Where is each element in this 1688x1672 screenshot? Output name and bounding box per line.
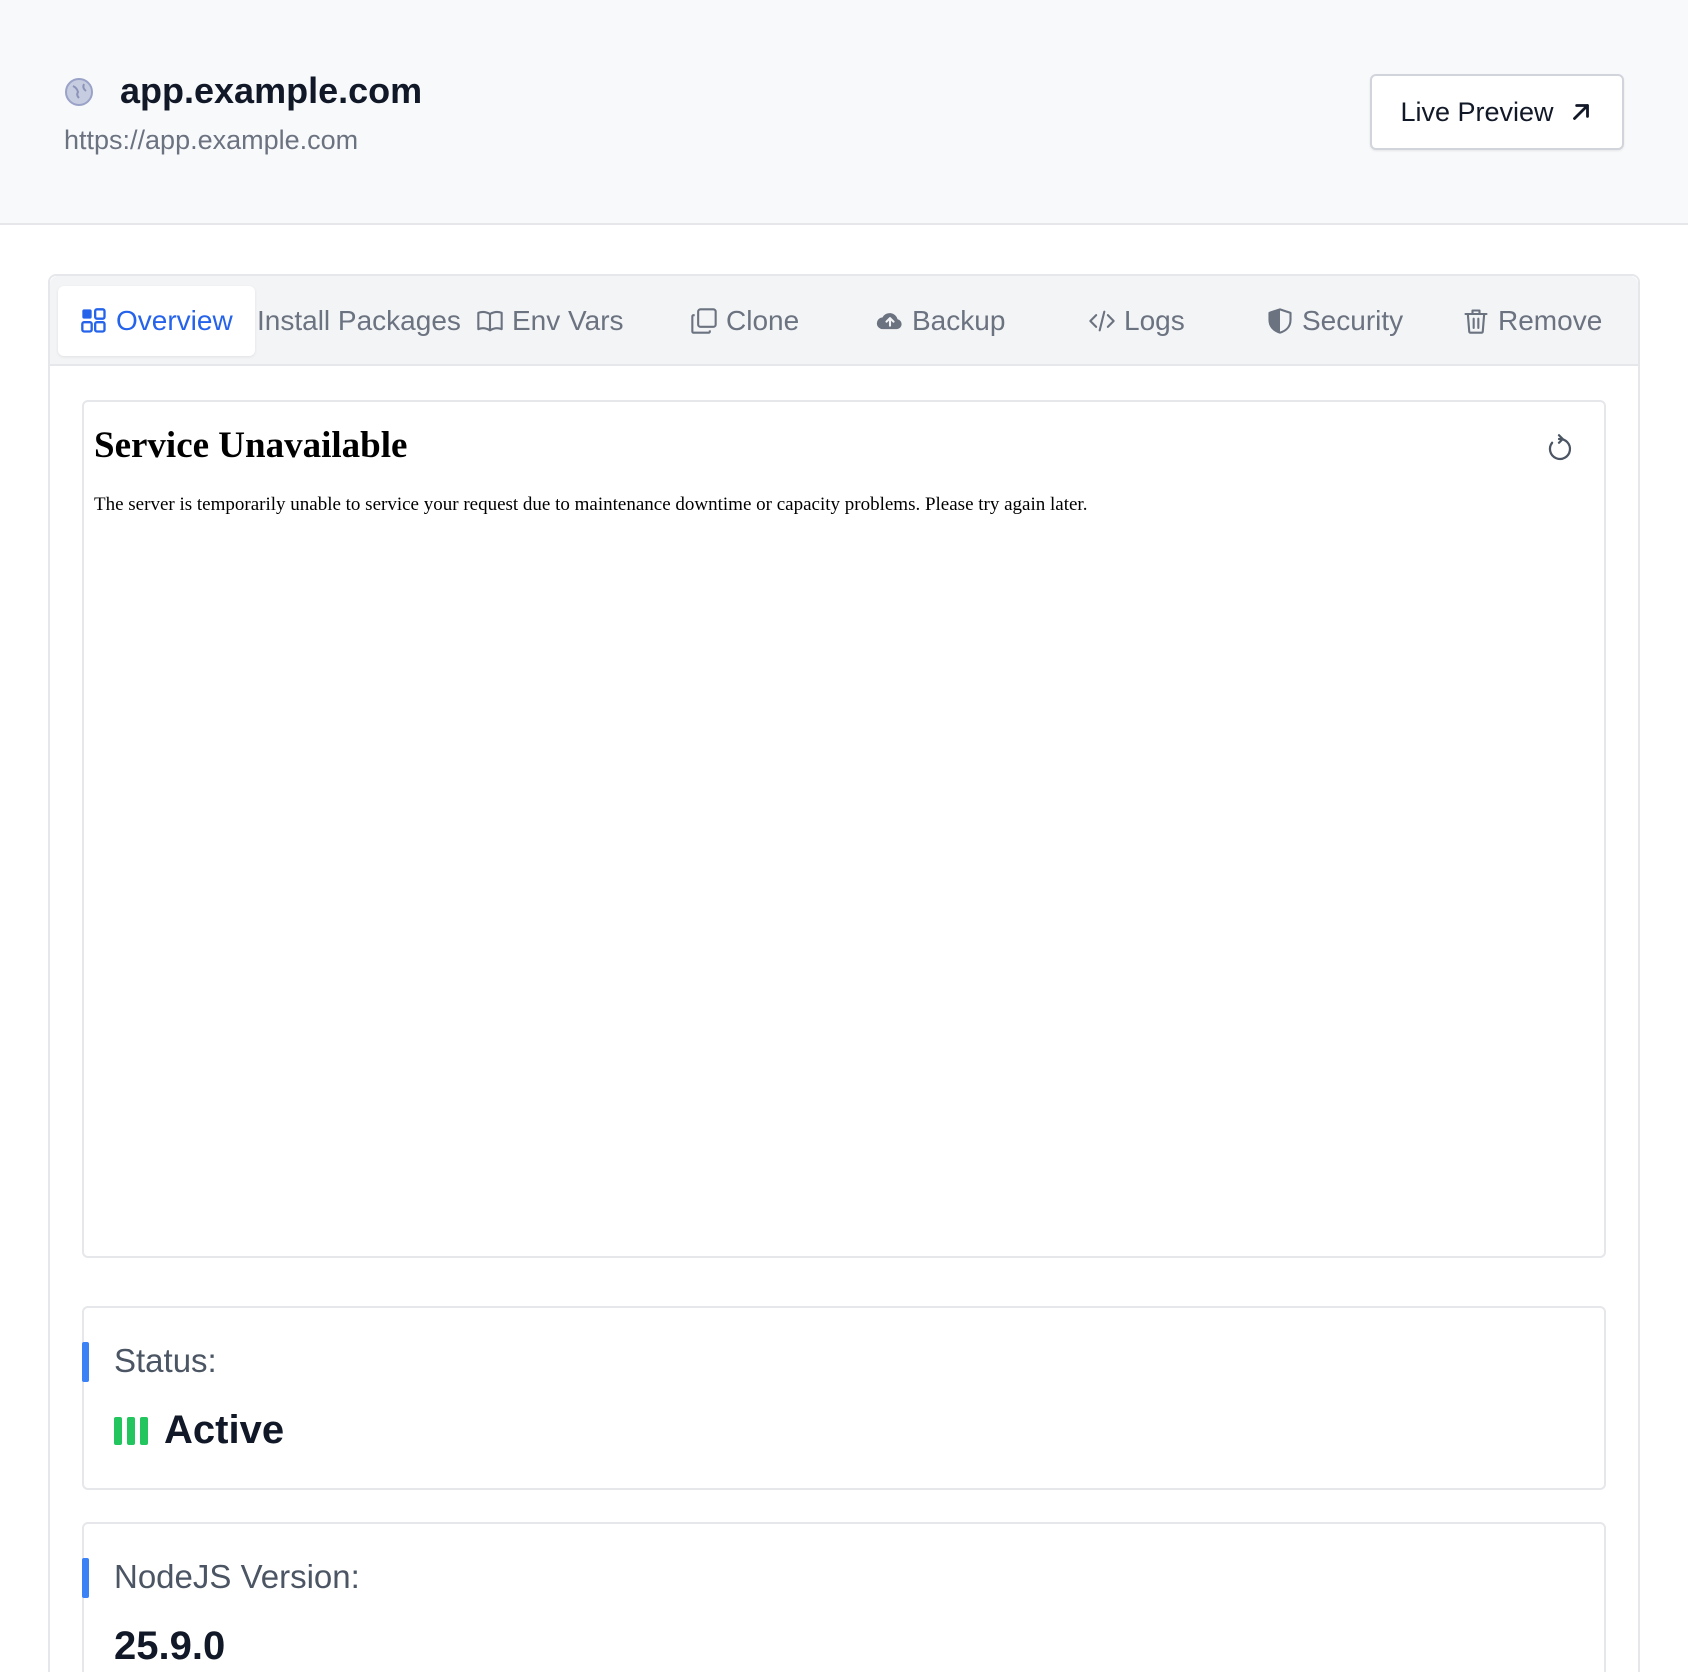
site-preview-frame[interactable]: Service Unavailable The server is tempor… xyxy=(82,400,1606,1258)
tab-label: Security xyxy=(1302,305,1404,336)
card-accent xyxy=(82,1558,89,1598)
shield-icon xyxy=(1268,308,1292,334)
tab-label: Clone xyxy=(726,305,800,336)
site-url: https://app.example.com xyxy=(64,125,359,155)
tab-clone[interactable]: Clone xyxy=(690,286,799,356)
tab-bar: Overview Install Packages Env Vars Clone… xyxy=(50,276,1638,366)
tab-remove[interactable]: Remove xyxy=(1462,286,1602,356)
tab-label: Backup xyxy=(912,305,1006,336)
preview-heading: Service Unavailable xyxy=(94,425,408,466)
trash-icon xyxy=(1464,309,1488,334)
tab-label: Install Packages xyxy=(257,305,461,336)
tab-backup[interactable]: Backup xyxy=(876,286,1005,356)
status-label: Status: xyxy=(114,1342,217,1379)
tab-label: Logs xyxy=(1124,305,1185,336)
status-bars-icon xyxy=(114,1416,148,1445)
tab-env-vars[interactable]: Env Vars xyxy=(476,286,624,356)
globe-icon xyxy=(65,78,93,106)
cloud-upload-icon xyxy=(876,313,902,330)
tab-logs[interactable]: Logs xyxy=(1088,286,1185,356)
tab-install-packages[interactable]: Install Packages xyxy=(257,286,461,356)
code-icon xyxy=(1089,310,1115,332)
tab-label: Overview xyxy=(116,305,233,336)
live-preview-label: Live Preview xyxy=(1400,96,1554,127)
live-preview-button[interactable]: Live Preview xyxy=(1370,74,1624,150)
status-text: Active xyxy=(164,1408,285,1452)
site-title: app.example.com xyxy=(120,70,423,111)
tab-label: Env Vars xyxy=(512,305,624,336)
nodejs-version-value: 25.9.0 xyxy=(114,1624,226,1668)
tab-security[interactable]: Security xyxy=(1266,286,1403,356)
site-panel: Overview Install Packages Env Vars Clone… xyxy=(48,274,1640,1672)
copy-icon xyxy=(691,308,717,334)
card-accent xyxy=(82,1342,89,1382)
status-value: Active xyxy=(114,1408,284,1453)
grid-icon xyxy=(81,308,106,333)
book-icon xyxy=(477,310,503,332)
nodejs-version-label: NodeJS Version: xyxy=(114,1558,360,1595)
refresh-icon[interactable] xyxy=(1544,434,1574,464)
preview-message: The server is temporarily unable to serv… xyxy=(94,494,1088,515)
nodejs-version-card: NodeJS Version: 25.9.0 xyxy=(82,1522,1606,1672)
tab-overview[interactable]: Overview xyxy=(58,286,255,356)
arrow-up-right-icon xyxy=(1572,104,1589,120)
tab-label: Remove xyxy=(1498,305,1603,336)
status-card: Status: Active xyxy=(82,1306,1606,1490)
site-header: app.example.com https://app.example.com … xyxy=(0,0,1688,225)
